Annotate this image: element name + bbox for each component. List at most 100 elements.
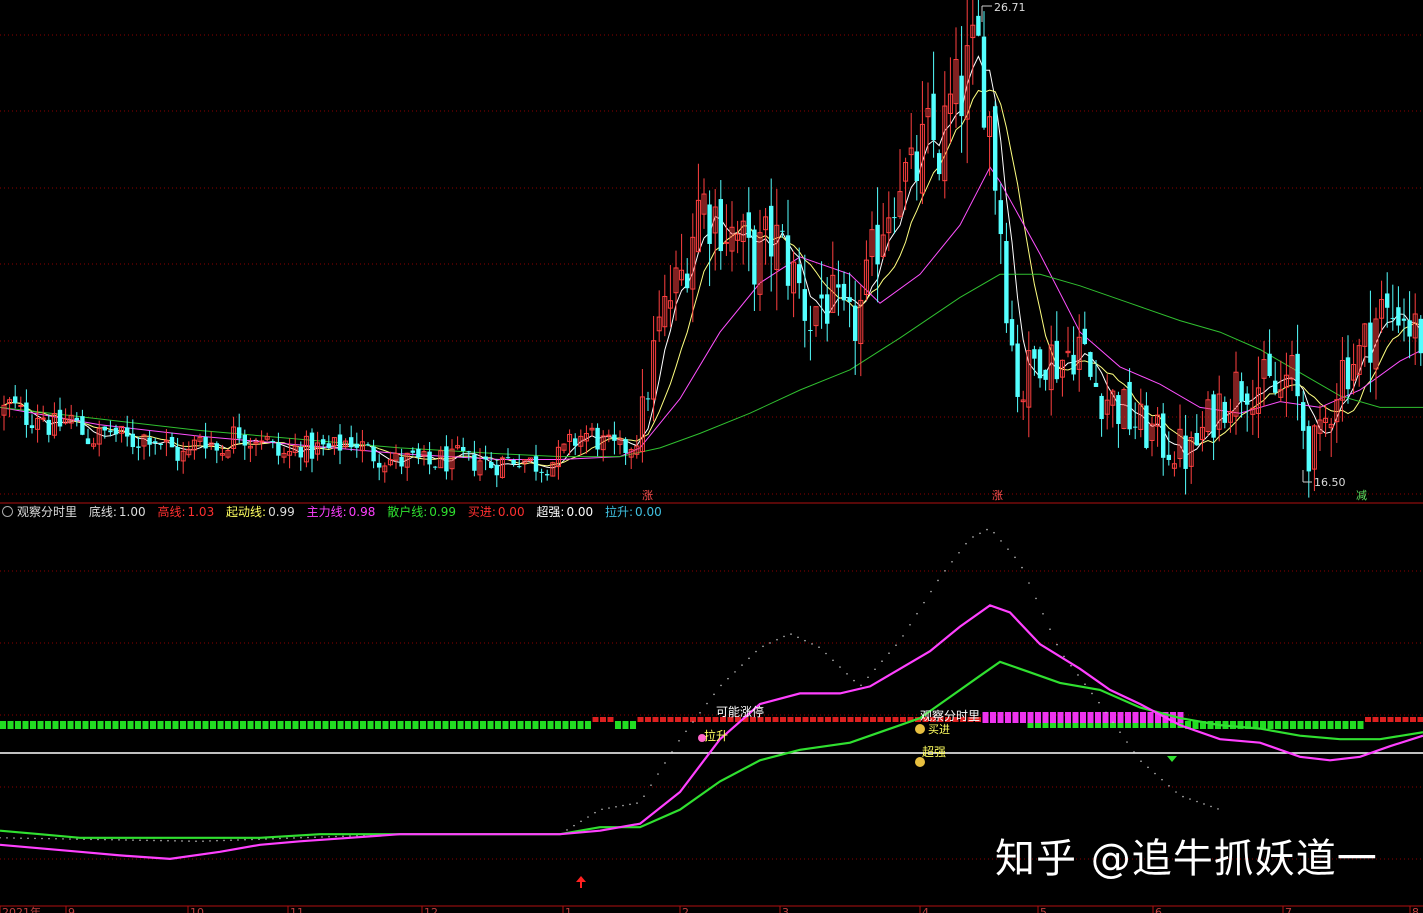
signal-bar xyxy=(847,717,854,722)
signal-bar xyxy=(420,721,426,729)
candle-body xyxy=(1127,381,1132,430)
signal-bar xyxy=(547,721,554,729)
signal-bar xyxy=(1117,712,1124,723)
signal-bar xyxy=(1290,721,1296,729)
candle-body xyxy=(242,434,247,446)
dotted-line-point xyxy=(685,730,687,733)
watermark: 知乎 @追牛抓妖道一 xyxy=(995,836,1378,882)
dotted-line-point xyxy=(216,839,218,842)
legend-value-startline: 0.99 xyxy=(268,505,295,519)
signal-bar xyxy=(1320,721,1326,729)
axis-tick-label: 7 xyxy=(1285,906,1292,913)
settings-icon[interactable] xyxy=(2,506,13,517)
candle-body xyxy=(1088,352,1093,377)
candle-body xyxy=(841,283,847,301)
candle-body xyxy=(175,447,180,461)
dotted-line-point xyxy=(881,660,883,663)
signal-bar xyxy=(1102,723,1109,728)
candle-body xyxy=(298,447,303,458)
signal-bar xyxy=(570,721,576,729)
candle-body xyxy=(377,462,382,468)
signal-bar xyxy=(877,717,884,722)
dotted-line-point xyxy=(237,839,239,841)
signal-bar xyxy=(1102,712,1109,723)
signal-bar xyxy=(330,721,336,729)
signal-bar xyxy=(607,717,614,722)
legend-label-highline: 高线: xyxy=(157,505,186,519)
dotted-line-point xyxy=(979,532,981,535)
dotted-line-point xyxy=(769,642,771,644)
dotted-line-point xyxy=(657,773,659,775)
dotted-line-point xyxy=(825,652,827,655)
dotted-line-point xyxy=(34,837,36,840)
candle-body xyxy=(595,427,600,450)
candle-body xyxy=(1401,318,1407,321)
dotted-line-point xyxy=(818,646,820,649)
axis-tick-label: 1 xyxy=(565,906,572,913)
signal-bar xyxy=(60,721,66,729)
legend-value-retailline: 0.99 xyxy=(429,505,456,519)
dotted-line-point xyxy=(986,528,988,531)
signal-bar xyxy=(480,721,486,729)
dotted-line-point xyxy=(895,644,897,647)
signal-bar xyxy=(1110,712,1116,723)
dotted-line-point xyxy=(797,636,799,639)
dotted-line-point xyxy=(937,579,939,582)
signal-bar xyxy=(427,721,434,729)
dotted-line-point xyxy=(244,838,246,841)
axis-tick-label: 5 xyxy=(1040,906,1047,913)
dotted-line-point xyxy=(867,676,869,679)
signal-bar xyxy=(90,721,96,729)
candle-body xyxy=(1211,394,1216,438)
signal-bar xyxy=(517,721,524,729)
candle-body xyxy=(1396,307,1401,326)
candle-body xyxy=(533,456,539,472)
dotted-line-point xyxy=(832,659,834,662)
legend-label-buy: 买进: xyxy=(467,505,496,519)
signal-bar xyxy=(1147,723,1154,728)
dotted-line-point xyxy=(181,840,183,842)
dotted-line-point xyxy=(706,702,708,705)
dotted-line-point xyxy=(930,590,932,593)
signal-bar xyxy=(525,721,531,729)
dotted-line-point xyxy=(286,837,288,840)
dotted-line-point xyxy=(741,664,743,666)
candle-body xyxy=(489,462,494,468)
signal-bar xyxy=(157,721,164,729)
candle-body xyxy=(645,398,651,400)
signal-bar xyxy=(675,717,681,722)
signal-bar xyxy=(247,721,254,729)
signal-bar xyxy=(1117,723,1124,728)
signal-bar xyxy=(112,721,119,729)
signal-bar xyxy=(1125,723,1131,728)
signal-bar xyxy=(885,717,891,722)
candle-body xyxy=(1093,382,1099,387)
dotted-line-point xyxy=(1021,566,1023,569)
signal-bar xyxy=(172,721,179,729)
dotted-line-point xyxy=(62,838,64,840)
dotted-line-point xyxy=(951,560,953,563)
dotted-line-point xyxy=(307,836,309,839)
dotted-line-point xyxy=(104,838,106,841)
dotted-line-point xyxy=(167,839,169,842)
signal-bar xyxy=(495,721,501,729)
dotted-line-point xyxy=(650,784,652,786)
dotted-line-point xyxy=(839,666,841,668)
dotted-line-point xyxy=(230,839,232,841)
dotted-line-point xyxy=(1056,643,1058,646)
dotted-line-point xyxy=(734,671,736,673)
dotted-line-point xyxy=(1000,540,1002,542)
dotted-line-point xyxy=(279,837,281,840)
signal-bar xyxy=(360,721,366,729)
signal-bar xyxy=(180,721,186,729)
dotted-line-point xyxy=(153,839,155,842)
signal-bar xyxy=(622,721,629,729)
candle-body xyxy=(18,404,24,407)
candle-body xyxy=(769,205,774,257)
dotted-line-point xyxy=(1133,751,1135,753)
axis-tick-label: 2 xyxy=(682,906,689,913)
signal-bar xyxy=(825,717,831,722)
candle-body xyxy=(685,273,690,289)
dotted-line-point xyxy=(118,839,120,841)
signal-bar xyxy=(1147,712,1154,723)
